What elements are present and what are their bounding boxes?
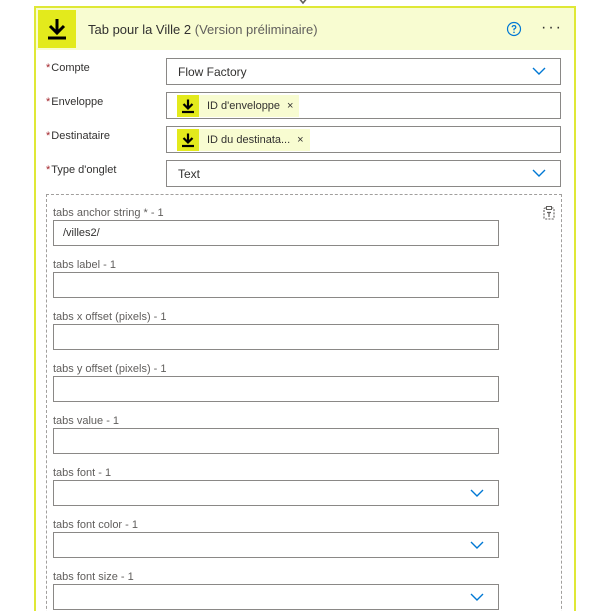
tabs-label-label: tabs label - 1 (53, 259, 116, 271)
close-icon[interactable]: × (297, 134, 303, 146)
download-arrow-icon (177, 95, 199, 117)
chevron-down-icon (470, 541, 484, 549)
destinataire-label: *Destinataire (46, 130, 110, 142)
compte-value: Flow Factory (178, 65, 247, 79)
compte-label: *Compte (46, 62, 90, 74)
tabs-array-section: tabs anchor string * - 1 /villes2/ tabs … (46, 194, 562, 611)
card-subtitle: (Version préliminaire) (194, 21, 318, 37)
row-compte: *Compte Flow Factory (36, 58, 574, 86)
card-title: Tab pour la Ville 2 (Version préliminair… (88, 22, 318, 37)
chevron-down-icon (470, 489, 484, 497)
tabs-font-label: tabs font - 1 (53, 467, 112, 479)
chevron-down-icon (532, 67, 546, 75)
tabs-font-dropdown[interactable] (53, 480, 499, 506)
tabs-font-color-label: tabs font color - 1 (53, 519, 138, 531)
destinataire-token[interactable]: ID du destinata... × (177, 129, 310, 151)
destinataire-field[interactable]: ID du destinata... × (166, 126, 561, 153)
chevron-down-icon (470, 593, 484, 601)
type-onglet-value: Text (178, 167, 201, 181)
tabs-anchor-label: tabs anchor string * - 1 (53, 207, 164, 219)
download-arrow-icon (38, 10, 76, 48)
enveloppe-token-label: ID d'enveloppe (207, 100, 281, 112)
tabs-anchor-input[interactable]: /villes2/ (53, 220, 499, 246)
chevron-down-icon (532, 169, 546, 177)
switch-to-text-icon[interactable] (541, 205, 557, 221)
tabs-anchor-value: /villes2/ (63, 227, 100, 239)
tabs-y-offset-label: tabs y offset (pixels) - 1 (53, 363, 167, 375)
tabs-font-size-dropdown[interactable] (53, 584, 499, 610)
tabs-x-offset-label: tabs x offset (pixels) - 1 (53, 311, 167, 323)
type-onglet-dropdown[interactable]: Text (166, 160, 561, 187)
more-horizontal-icon[interactable]: ··· (541, 20, 563, 36)
enveloppe-field[interactable]: ID d'enveloppe × (166, 92, 561, 119)
row-enveloppe: *Enveloppe ID d'enveloppe × (36, 92, 574, 120)
help-circle-icon[interactable] (506, 21, 522, 37)
enveloppe-token[interactable]: ID d'enveloppe × (177, 95, 300, 117)
row-type-onglet: *Type d'onglet Text (36, 160, 574, 188)
tabs-y-offset-input[interactable] (53, 376, 499, 402)
enveloppe-label: *Enveloppe (46, 96, 104, 108)
compte-dropdown[interactable]: Flow Factory (166, 58, 561, 85)
tabs-value-label: tabs value - 1 (53, 415, 120, 427)
tabs-value-input[interactable] (53, 428, 499, 454)
type-onglet-label: *Type d'onglet (46, 164, 117, 176)
card-header[interactable]: Tab pour la Ville 2 (Version préliminair… (36, 8, 574, 50)
tabs-font-color-dropdown[interactable] (53, 532, 499, 558)
tabs-label-input[interactable] (53, 272, 499, 298)
tabs-x-offset-input[interactable] (53, 324, 499, 350)
tabs-font-size-label: tabs font size - 1 (53, 571, 134, 583)
destinataire-token-label: ID du destinata... (207, 134, 291, 146)
close-icon[interactable]: × (287, 100, 293, 112)
card-title-text: Tab pour la Ville 2 (88, 21, 192, 37)
download-arrow-icon (177, 129, 199, 151)
row-destinataire: *Destinataire ID du destinata... × (36, 126, 574, 154)
action-card: Tab pour la Ville 2 (Version préliminair… (34, 6, 576, 611)
